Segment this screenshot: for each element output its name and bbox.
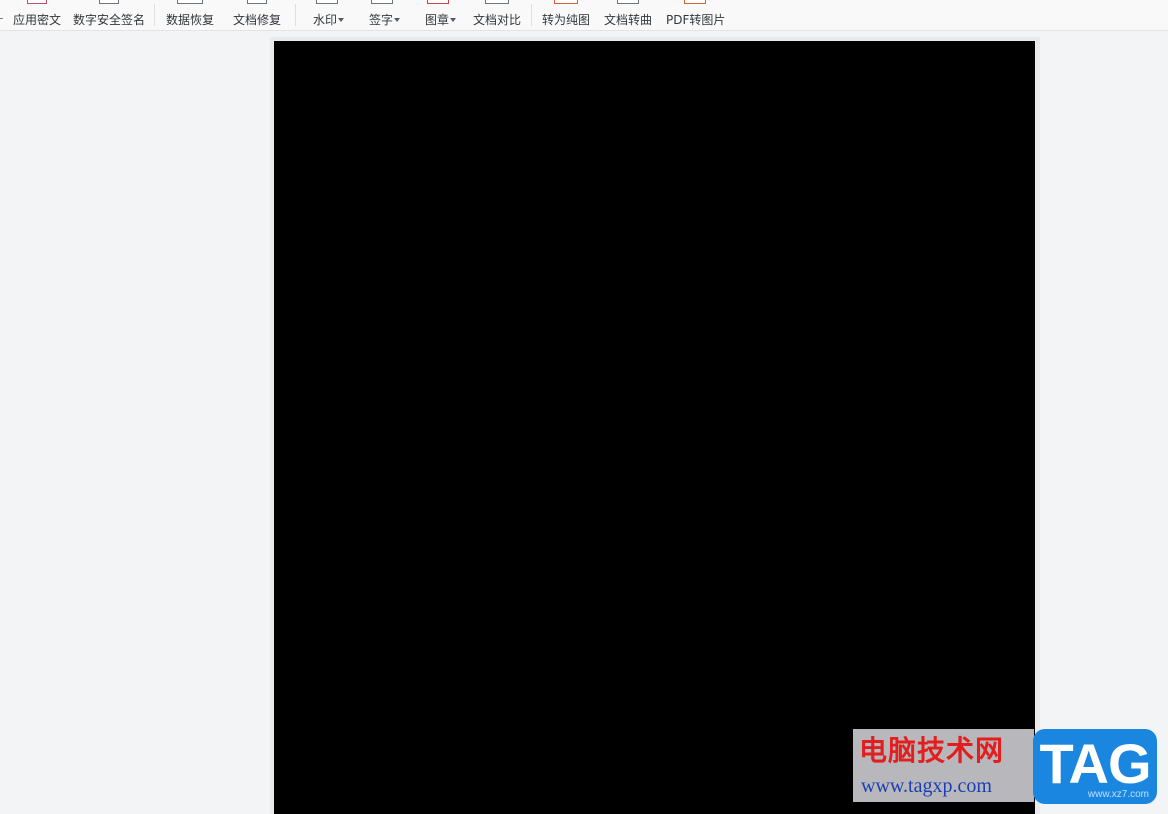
tag-logo: TAG www.xz7.com xyxy=(1033,729,1157,804)
watermark-site-name: 电脑技术网 xyxy=(859,734,1005,767)
chevron-down-icon xyxy=(394,17,401,22)
document-compare-button[interactable]: 文档对比 xyxy=(473,0,522,31)
document-repair-label: 文档修复 xyxy=(233,13,282,27)
signature-label-wrap: 签字 xyxy=(369,12,401,28)
chevron-down-icon xyxy=(338,17,345,22)
pen-signature-icon xyxy=(371,0,393,4)
toolbar-separator xyxy=(295,4,296,26)
document-repair-icon xyxy=(247,0,267,4)
watermark-dropdown-button[interactable]: 水印 xyxy=(313,0,347,31)
watermark-icon xyxy=(316,0,338,4)
watermark-url: www.tagxp.com xyxy=(861,775,992,797)
convert-text-to-curves-label: 文档转曲 xyxy=(604,13,653,27)
pdf-to-image-button[interactable]: PDF转图片 xyxy=(666,0,725,31)
stamp-label: 图章 xyxy=(425,13,450,27)
digital-signature-label: 数字安全签名 xyxy=(73,13,146,27)
apply-ciphertext-button[interactable]: 应用密文 xyxy=(13,0,62,31)
stamp-icon xyxy=(427,0,449,4)
tag-logo-subtext: www.xz7.com xyxy=(1087,789,1149,800)
convert-image-icon xyxy=(554,0,578,4)
document-repair-button[interactable]: 文档修复 xyxy=(233,0,282,31)
watermark-label-wrap: 水印 xyxy=(313,12,345,28)
digital-signature-button[interactable]: 数字安全签名 xyxy=(73,0,146,31)
data-recovery-label: 数据恢复 xyxy=(166,13,215,27)
convert-to-image-pdf-label: 转为纯图 xyxy=(542,13,591,27)
compare-documents-icon xyxy=(485,0,509,4)
pdf-to-image-label: PDF转图片 xyxy=(666,13,726,27)
toolbar-separator xyxy=(154,4,155,26)
stamp-dropdown-button[interactable]: 图章 xyxy=(425,0,459,31)
document-compare-label: 文档对比 xyxy=(473,13,522,27)
toolbar-separator xyxy=(531,4,532,26)
signature-certificate-icon xyxy=(99,0,119,4)
convert-to-image-pdf-button[interactable]: 转为纯图 xyxy=(542,0,591,31)
watermark-text-panel: 电脑技术网 www.tagxp.com xyxy=(853,729,1034,802)
convert-text-to-curves-button[interactable]: 文档转曲 xyxy=(604,0,653,31)
site-watermark: 电脑技术网 www.tagxp.com TAG www.xz7.com xyxy=(853,729,1160,806)
document-page[interactable] xyxy=(274,41,1035,814)
cipher-document-icon xyxy=(27,0,47,4)
toolbar-edge-mark xyxy=(0,18,3,19)
tag-logo-text: TAG xyxy=(1039,732,1151,795)
chevron-down-icon xyxy=(450,17,457,22)
data-recovery-button[interactable]: 数据恢复 xyxy=(166,0,215,31)
ribbon-toolbar: 应用密文 数字安全签名 数据恢复 文档修复 水印 签字 图章 文档对比 转为纯图… xyxy=(0,0,1168,31)
pdf-to-image-icon xyxy=(684,0,706,4)
stamp-label-wrap: 图章 xyxy=(425,12,457,28)
data-recovery-icon xyxy=(177,0,203,4)
watermark-label: 水印 xyxy=(313,13,338,27)
curves-document-icon xyxy=(617,0,639,4)
apply-ciphertext-label: 应用密文 xyxy=(13,13,62,27)
signature-label: 签字 xyxy=(369,13,394,27)
signature-dropdown-button[interactable]: 签字 xyxy=(369,0,403,31)
